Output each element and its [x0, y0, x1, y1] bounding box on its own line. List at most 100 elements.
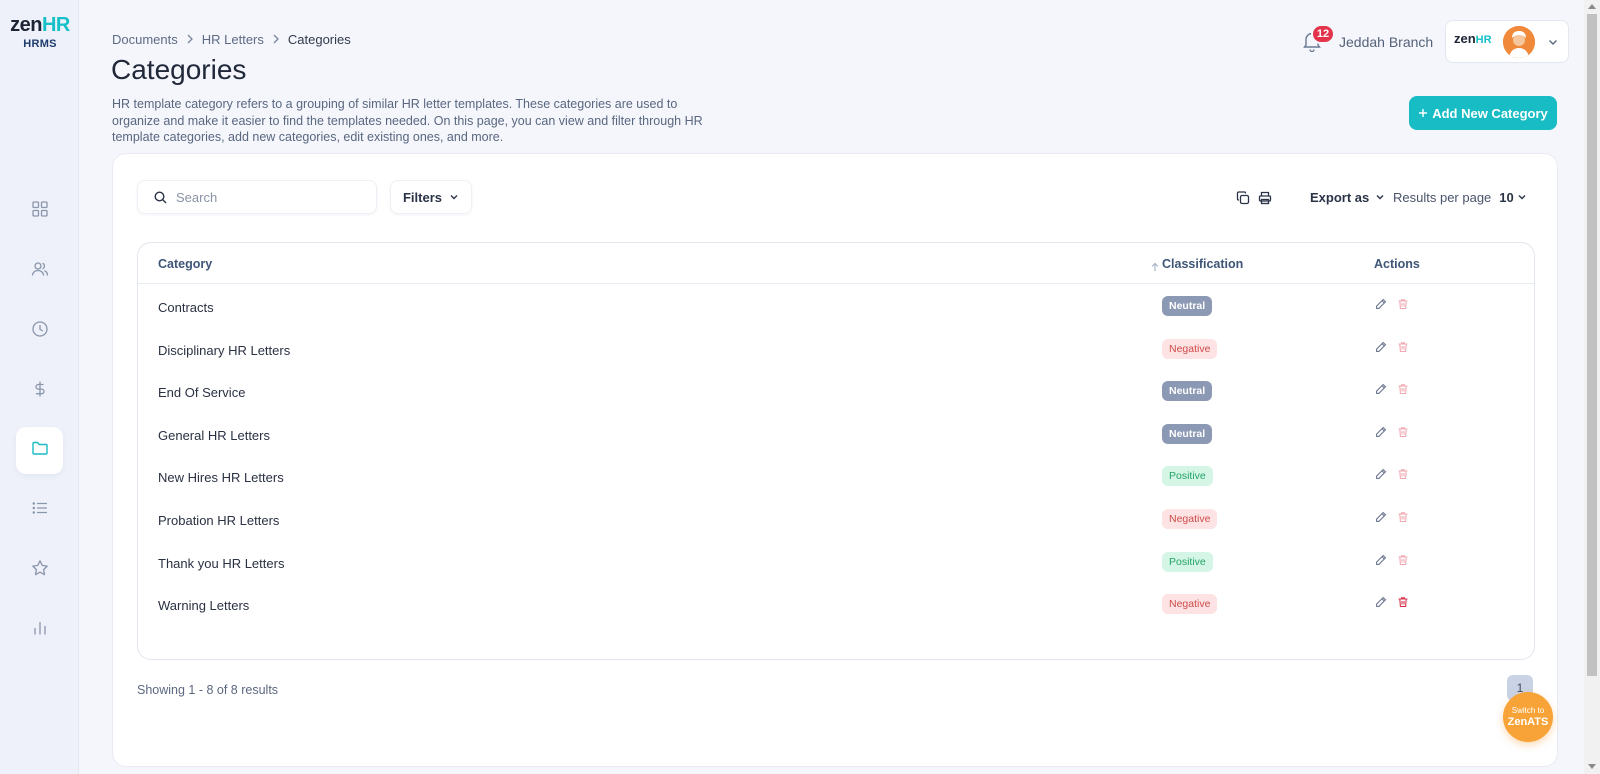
- bar-chart-icon: [31, 619, 49, 642]
- scroll-thumb[interactable]: [1587, 14, 1597, 676]
- delete-icon[interactable]: [1397, 467, 1409, 485]
- sidebar-item-performance[interactable]: [16, 547, 63, 594]
- breadcrumb-hr-letters[interactable]: HR Letters: [202, 32, 264, 47]
- filters-button[interactable]: Filters: [390, 180, 472, 214]
- category-name: Warning Letters: [158, 598, 250, 614]
- delete-icon[interactable]: [1397, 510, 1409, 528]
- scroll-down-arrow-icon[interactable]: [1588, 764, 1596, 769]
- delete-icon[interactable]: [1397, 340, 1409, 358]
- column-header-classification: Classification: [1162, 257, 1244, 271]
- table-row: Disciplinary HR Letters Negative: [138, 329, 1534, 372]
- avatar: [1503, 26, 1535, 58]
- breadcrumb: Documents HR Letters Categories: [112, 32, 351, 47]
- sort-arrow-up-icon[interactable]: [1150, 259, 1160, 277]
- page-description: HR template category refers to a groupin…: [112, 97, 703, 144]
- clock-icon: [31, 320, 49, 343]
- results-per-page-select[interactable]: 10: [1499, 190, 1526, 205]
- table-row: Contracts Neutral: [138, 286, 1534, 329]
- company-logo: zenHR: [1454, 31, 1492, 46]
- brand-logo[interactable]: zenHR HRMS: [10, 14, 70, 50]
- notification-count-badge: 12: [1311, 24, 1335, 44]
- add-new-category-label: Add New Category: [1432, 105, 1548, 121]
- delete-icon[interactable]: [1397, 425, 1409, 443]
- page-scrollbar[interactable]: [1584, 0, 1600, 774]
- chevron-down-icon: [1547, 35, 1559, 53]
- chevron-down-icon: [1375, 190, 1385, 205]
- sidebar-item-lists[interactable]: [16, 487, 63, 534]
- category-name: New Hires HR Letters: [158, 470, 284, 486]
- table-row: Warning Letters Negative: [138, 584, 1534, 627]
- table-row: Probation HR Letters Negative: [138, 499, 1534, 542]
- edit-icon[interactable]: [1375, 467, 1387, 485]
- star-icon: [31, 559, 49, 582]
- classification-badge: Negative: [1162, 509, 1218, 529]
- column-header-category[interactable]: Category: [158, 257, 212, 271]
- sidebar-item-dashboard[interactable]: [16, 188, 63, 235]
- sidebar-item-employees[interactable]: [16, 248, 63, 295]
- search-input[interactable]: [176, 181, 371, 213]
- company-logo-zen: zen: [1454, 31, 1476, 46]
- categories-table: Category Classification Actions Contract…: [137, 242, 1535, 660]
- category-name: Thank you HR Letters: [158, 555, 285, 571]
- logo-subtitle: HRMS: [23, 38, 57, 50]
- classification-badge: Positive: [1162, 551, 1213, 572]
- edit-icon[interactable]: [1375, 382, 1387, 400]
- classification-badge: Negative: [1162, 338, 1218, 359]
- switch-to-zenats-button[interactable]: Switch to ZenATS: [1503, 692, 1553, 742]
- export-dropdown[interactable]: Export as: [1310, 190, 1385, 205]
- edit-icon[interactable]: [1375, 510, 1387, 528]
- sidebar-item-documents[interactable]: [16, 427, 63, 474]
- export-label: Export as: [1310, 190, 1370, 205]
- search-box: [137, 180, 377, 214]
- breadcrumb-current: Categories: [287, 32, 351, 47]
- company-logo-hr: HR: [1475, 34, 1492, 46]
- table-row: Thank you HR Letters Positive: [138, 542, 1534, 585]
- results-summary: Showing 1 - 8 of 8 results: [137, 683, 279, 697]
- breadcrumb-documents[interactable]: Documents: [112, 32, 178, 47]
- edit-icon[interactable]: [1375, 425, 1387, 443]
- grid-icon: [31, 200, 49, 223]
- delete-icon[interactable]: [1397, 553, 1409, 571]
- table-row: General HR Letters Neutral: [138, 414, 1534, 457]
- categories-card: Filters Export as Results per page 10 Ca…: [112, 153, 1558, 767]
- logo-zen: zen: [10, 14, 42, 36]
- print-icon[interactable]: [1258, 191, 1272, 210]
- category-name: Contracts: [158, 300, 214, 315]
- chevron-right-icon: [186, 33, 194, 47]
- category-name: Probation HR Letters: [158, 513, 280, 528]
- classification-badge: Positive: [1162, 466, 1213, 487]
- switch-line1: Switch to: [1511, 705, 1545, 715]
- sidebar-item-payroll[interactable]: [16, 368, 63, 415]
- switch-line2: ZenATS: [1507, 715, 1549, 728]
- classification-badge: Negative: [1162, 594, 1218, 615]
- account-switcher[interactable]: zenHR: [1445, 20, 1569, 63]
- column-header-actions: Actions: [1374, 257, 1420, 271]
- table-row: End Of Service Neutral: [138, 371, 1534, 414]
- delete-icon[interactable]: [1397, 297, 1409, 315]
- chevron-down-icon: [1517, 190, 1527, 205]
- category-name: Disciplinary HR Letters: [158, 342, 291, 358]
- dollar-icon: [31, 380, 49, 403]
- list-icon: [31, 499, 49, 522]
- table-row: New Hires HR Letters Positive: [138, 456, 1534, 499]
- scroll-up-arrow-icon[interactable]: [1588, 4, 1596, 9]
- delete-icon[interactable]: [1397, 595, 1409, 613]
- classification-badge: Neutral: [1162, 296, 1213, 316]
- edit-icon[interactable]: [1375, 595, 1387, 613]
- edit-icon[interactable]: [1375, 553, 1387, 571]
- category-name: End Of Service: [158, 385, 246, 401]
- sidebar-item-reports[interactable]: [16, 607, 63, 654]
- edit-icon[interactable]: [1375, 340, 1387, 358]
- copy-icon[interactable]: [1236, 191, 1250, 210]
- branch-name[interactable]: Jeddah Branch: [1339, 34, 1433, 50]
- results-per-page-value: 10: [1499, 190, 1514, 205]
- add-new-category-button[interactable]: Add New Category: [1409, 96, 1557, 130]
- results-per-page-label: Results per page: [1393, 190, 1492, 205]
- logo-hr: HR: [41, 14, 70, 36]
- delete-icon[interactable]: [1397, 382, 1409, 400]
- sidebar-item-attendance[interactable]: [16, 308, 63, 355]
- classification-badge: Neutral: [1162, 423, 1213, 444]
- edit-icon[interactable]: [1375, 297, 1387, 315]
- classification-badge: Neutral: [1162, 381, 1213, 402]
- folder-icon: [31, 439, 49, 462]
